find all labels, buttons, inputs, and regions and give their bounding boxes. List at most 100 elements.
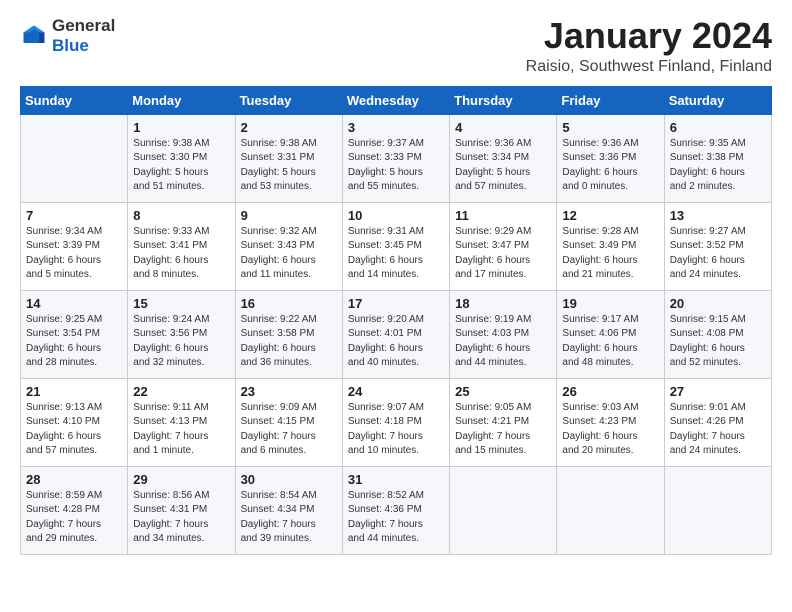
header-day-tuesday: Tuesday: [235, 86, 342, 114]
day-number: 19: [562, 296, 658, 311]
day-info: Sunrise: 9:22 AM Sunset: 3:58 PM Dayligh…: [241, 313, 337, 371]
calendar-cell: 24 Sunrise: 9:07 AM Sunset: 4:18 PM Dayli…: [342, 378, 449, 466]
day-number: 9: [241, 208, 337, 223]
calendar-cell: 19 Sunrise: 9:17 AM Sunset: 4:06 PM Dayli…: [557, 290, 664, 378]
day-info: Sunrise: 9:01 AM Sunset: 4:26 PM Dayligh…: [670, 401, 766, 459]
day-info: Sunrise: 9:38 AM Sunset: 3:30 PM Dayligh…: [133, 137, 229, 195]
calendar-cell: 8 Sunrise: 9:33 AM Sunset: 3:41 PM Daylig…: [128, 202, 235, 290]
title-area: January 2024 Raisio, Southwest Finland, …: [526, 16, 772, 76]
day-info: Sunrise: 9:19 AM Sunset: 4:03 PM Dayligh…: [455, 313, 551, 371]
calendar-cell: 26Sunrise: 9:03 AM Sunset: 4:23 PM Dayli…: [557, 378, 664, 466]
day-info: Sunrise: 9:11 AM Sunset: 4:13 PM Dayligh…: [133, 401, 229, 459]
header-day-monday: Monday: [128, 86, 235, 114]
calendar-cell: 9 Sunrise: 9:32 AM Sunset: 3:43 PM Daylig…: [235, 202, 342, 290]
calendar-cell: 20 Sunrise: 9:15 AM Sunset: 4:08 PM Dayli…: [664, 290, 771, 378]
day-number: 22: [133, 384, 229, 399]
header-day-sunday: Sunday: [21, 86, 128, 114]
day-info: Sunrise: 9:29 AM Sunset: 3:47 PM Dayligh…: [455, 225, 551, 283]
calendar-cell: 25 Sunrise: 9:05 AM Sunset: 4:21 PM Dayli…: [450, 378, 557, 466]
calendar-cell: 1 Sunrise: 9:38 AM Sunset: 3:30 PM Daylig…: [128, 114, 235, 202]
day-number: 16: [241, 296, 337, 311]
day-info: Sunrise: 8:54 AM Sunset: 4:34 PM Dayligh…: [241, 489, 337, 547]
calendar-cell: 21Sunrise: 9:13 AM Sunset: 4:10 PM Dayli…: [21, 378, 128, 466]
location-title: Raisio, Southwest Finland, Finland: [526, 58, 772, 76]
day-number: 10: [348, 208, 444, 223]
day-info: Sunrise: 9:34 AM Sunset: 3:39 PM Dayligh…: [26, 225, 122, 283]
calendar-cell: 18Sunrise: 9:19 AM Sunset: 4:03 PM Dayli…: [450, 290, 557, 378]
day-info: Sunrise: 9:37 AM Sunset: 3:33 PM Dayligh…: [348, 137, 444, 195]
day-info: Sunrise: 8:56 AM Sunset: 4:31 PM Dayligh…: [133, 489, 229, 547]
day-info: Sunrise: 9:36 AM Sunset: 3:34 PM Dayligh…: [455, 137, 551, 195]
day-info: Sunrise: 9:31 AM Sunset: 3:45 PM Dayligh…: [348, 225, 444, 283]
calendar-cell: 3 Sunrise: 9:37 AM Sunset: 3:33 PM Daylig…: [342, 114, 449, 202]
calendar-week-row: 21Sunrise: 9:13 AM Sunset: 4:10 PM Dayli…: [21, 378, 772, 466]
day-number: 25: [455, 384, 551, 399]
day-number: 20: [670, 296, 766, 311]
calendar-cell: [450, 466, 557, 554]
header-day-friday: Friday: [557, 86, 664, 114]
day-info: Sunrise: 9:33 AM Sunset: 3:41 PM Dayligh…: [133, 225, 229, 283]
day-info: Sunrise: 9:32 AM Sunset: 3:43 PM Dayligh…: [241, 225, 337, 283]
day-number: 13: [670, 208, 766, 223]
day-number: 11: [455, 208, 551, 223]
day-info: Sunrise: 9:05 AM Sunset: 4:21 PM Dayligh…: [455, 401, 551, 459]
calendar-cell: [557, 466, 664, 554]
calendar-week-row: 1 Sunrise: 9:38 AM Sunset: 3:30 PM Daylig…: [21, 114, 772, 202]
calendar-cell: 16 Sunrise: 9:22 AM Sunset: 3:58 PM Dayli…: [235, 290, 342, 378]
day-number: 24: [348, 384, 444, 399]
calendar-cell: 7 Sunrise: 9:34 AM Sunset: 3:39 PM Daylig…: [21, 202, 128, 290]
day-number: 1: [133, 120, 229, 135]
day-info: Sunrise: 9:09 AM Sunset: 4:15 PM Dayligh…: [241, 401, 337, 459]
logo-icon: [20, 22, 48, 50]
day-number: 29: [133, 472, 229, 487]
day-info: Sunrise: 8:52 AM Sunset: 4:36 PM Dayligh…: [348, 489, 444, 547]
day-info: Sunrise: 9:20 AM Sunset: 4:01 PM Dayligh…: [348, 313, 444, 371]
day-number: 7: [26, 208, 122, 223]
day-number: 30: [241, 472, 337, 487]
day-number: 15: [133, 296, 229, 311]
calendar-cell: [664, 466, 771, 554]
day-number: 3: [348, 120, 444, 135]
logo-blue: Blue: [52, 36, 115, 56]
day-number: 5: [562, 120, 658, 135]
day-info: Sunrise: 9:24 AM Sunset: 3:56 PM Dayligh…: [133, 313, 229, 371]
calendar-cell: 2Sunrise: 9:38 AM Sunset: 3:31 PM Daylig…: [235, 114, 342, 202]
logo-general: General: [52, 16, 115, 36]
calendar-cell: 31 Sunrise: 8:52 AM Sunset: 4:36 PM Dayli…: [342, 466, 449, 554]
day-number: 17: [348, 296, 444, 311]
calendar-cell: 10 Sunrise: 9:31 AM Sunset: 3:45 PM Dayli…: [342, 202, 449, 290]
calendar-cell: 29 Sunrise: 8:56 AM Sunset: 4:31 PM Dayli…: [128, 466, 235, 554]
calendar-cell: 5 Sunrise: 9:36 AM Sunset: 3:36 PM Daylig…: [557, 114, 664, 202]
day-info: Sunrise: 9:36 AM Sunset: 3:36 PM Dayligh…: [562, 137, 658, 195]
day-info: Sunrise: 9:25 AM Sunset: 3:54 PM Dayligh…: [26, 313, 122, 371]
calendar-week-row: 14Sunrise: 9:25 AM Sunset: 3:54 PM Dayli…: [21, 290, 772, 378]
day-number: 31: [348, 472, 444, 487]
day-info: Sunrise: 9:03 AM Sunset: 4:23 PM Dayligh…: [562, 401, 658, 459]
day-info: Sunrise: 9:35 AM Sunset: 3:38 PM Dayligh…: [670, 137, 766, 195]
day-number: 6: [670, 120, 766, 135]
day-info: Sunrise: 9:13 AM Sunset: 4:10 PM Dayligh…: [26, 401, 122, 459]
calendar-cell: 28 Sunrise: 8:59 AM Sunset: 4:28 PM Dayli…: [21, 466, 128, 554]
calendar-cell: [21, 114, 128, 202]
calendar-cell: 4 Sunrise: 9:36 AM Sunset: 3:34 PM Daylig…: [450, 114, 557, 202]
day-number: 8: [133, 208, 229, 223]
calendar-cell: 23Sunrise: 9:09 AM Sunset: 4:15 PM Dayli…: [235, 378, 342, 466]
day-info: Sunrise: 8:59 AM Sunset: 4:28 PM Dayligh…: [26, 489, 122, 547]
day-number: 4: [455, 120, 551, 135]
logo-text: General Blue: [52, 16, 115, 55]
calendar-cell: 15 Sunrise: 9:24 AM Sunset: 3:56 PM Dayli…: [128, 290, 235, 378]
day-info: Sunrise: 9:07 AM Sunset: 4:18 PM Dayligh…: [348, 401, 444, 459]
calendar-cell: 12Sunrise: 9:28 AM Sunset: 3:49 PM Dayli…: [557, 202, 664, 290]
day-info: Sunrise: 9:15 AM Sunset: 4:08 PM Dayligh…: [670, 313, 766, 371]
header-day-saturday: Saturday: [664, 86, 771, 114]
header-day-thursday: Thursday: [450, 86, 557, 114]
day-info: Sunrise: 9:38 AM Sunset: 3:31 PM Dayligh…: [241, 137, 337, 195]
calendar-table: SundayMondayTuesdayWednesdayThursdayFrid…: [20, 86, 772, 555]
day-number: 28: [26, 472, 122, 487]
calendar-cell: 6 Sunrise: 9:35 AM Sunset: 3:38 PM Daylig…: [664, 114, 771, 202]
calendar-cell: 17 Sunrise: 9:20 AM Sunset: 4:01 PM Dayli…: [342, 290, 449, 378]
day-info: Sunrise: 9:17 AM Sunset: 4:06 PM Dayligh…: [562, 313, 658, 371]
calendar-cell: 13 Sunrise: 9:27 AM Sunset: 3:52 PM Dayli…: [664, 202, 771, 290]
calendar-cell: 22 Sunrise: 9:11 AM Sunset: 4:13 PM Dayli…: [128, 378, 235, 466]
day-info: Sunrise: 9:27 AM Sunset: 3:52 PM Dayligh…: [670, 225, 766, 283]
